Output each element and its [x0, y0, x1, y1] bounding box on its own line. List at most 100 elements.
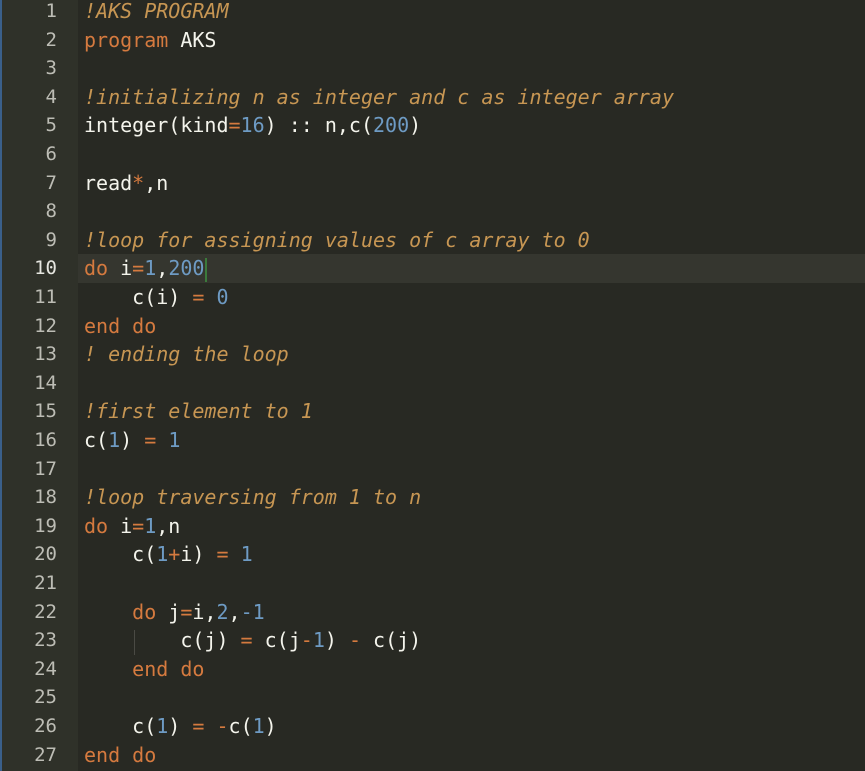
code-token: =	[180, 599, 193, 624]
line-number: 18	[34, 486, 57, 509]
code-token: !first element to 1	[84, 399, 313, 424]
code-token: i)	[180, 542, 217, 567]
code-line[interactable]: !AKS PROGRAM	[84, 0, 229, 26]
code-line[interactable]: !initializing n as integer and c as inte…	[84, 83, 674, 112]
code-token: 1	[312, 628, 325, 653]
code-token: )	[409, 113, 422, 138]
code-token: +	[168, 542, 181, 567]
code-token: 1	[108, 428, 121, 452]
code-token: -	[300, 628, 313, 653]
code-line[interactable]: integer(kind=16) :: n,c(200)	[84, 111, 421, 140]
code-line[interactable]: !loop traversing from 1 to n	[84, 483, 421, 512]
line-number-gutter: 1 2 3 4 5 6 7 8 9 10 11 12 13 14 15 16 17 18 19 20 21 22 23 24 2…	[0, 0, 78, 771]
line-number: 19	[34, 514, 57, 537]
code-line[interactable]: end do	[84, 741, 156, 770]
line-number: 6	[45, 143, 57, 165]
line-number: 26	[34, 715, 57, 737]
code-token: ,n	[144, 170, 169, 195]
indent-guide	[134, 630, 136, 655]
code-token: 1	[144, 513, 157, 538]
code-token: 0	[216, 285, 229, 309]
code-token: c(	[84, 542, 157, 567]
line-number: 12	[34, 314, 57, 337]
line-number: 22	[34, 600, 57, 623]
line-number: 11	[34, 286, 57, 308]
code-token: =	[132, 256, 145, 281]
line-number: 3	[45, 57, 57, 80]
line-number: 14	[34, 371, 57, 394]
code-token: end do	[84, 313, 157, 338]
line-number: 7	[45, 171, 57, 194]
line-number: 9	[45, 228, 57, 251]
code-token: do	[84, 513, 121, 538]
code-token: integer(kind	[84, 113, 229, 138]
code-token: c(	[228, 714, 253, 738]
code-editor[interactable]: 1 2 3 4 5 6 7 8 9 10 11 12 13 14 15 16 17 18 19 20 21 22 23 24 2…	[0, 0, 865, 771]
line-number: 16	[34, 429, 57, 451]
code-token: 16	[240, 113, 265, 138]
code-token: !loop traversing from 1 to n	[84, 485, 422, 510]
code-token: 1	[144, 256, 157, 281]
code-line[interactable]: end do	[84, 655, 204, 684]
code-token: =	[192, 285, 205, 309]
code-line[interactable]: c(1) = -c(1)	[84, 712, 277, 741]
code-line[interactable]: end do	[84, 312, 156, 341]
code-line[interactable]: do i=1,n	[84, 512, 180, 541]
line-number: 21	[34, 572, 57, 594]
code-line[interactable]: !loop for assigning values of c array to…	[84, 226, 590, 255]
line-number: 13	[34, 343, 57, 366]
line-number: 4	[45, 85, 57, 108]
code-token: =	[228, 113, 241, 138]
code-token: do	[84, 599, 169, 624]
code-token: =	[132, 513, 145, 538]
code-token: !AKS PROGRAM	[84, 0, 229, 23]
code-line[interactable]: program AKS	[84, 26, 216, 55]
line-number: 17	[34, 457, 57, 480]
text-caret	[205, 257, 208, 282]
code-token: =	[192, 714, 205, 738]
code-line[interactable]: c(i) = 0	[84, 283, 229, 312]
code-line[interactable]: c(1) = 1	[84, 426, 180, 455]
line-number: 10	[34, 257, 57, 280]
code-token: AKS	[180, 27, 217, 52]
code-token: c(j	[252, 628, 301, 653]
code-line[interactable]: read*,n	[84, 169, 168, 198]
line-number: 15	[34, 400, 57, 423]
code-token: ! ending the loop	[84, 342, 289, 367]
line-number: 8	[45, 200, 57, 223]
code-token: *	[132, 170, 145, 195]
code-token: c(j)	[361, 628, 422, 653]
line-number: 20	[34, 543, 57, 566]
code-line[interactable]: ! ending the loop	[84, 340, 289, 369]
line-number: 2	[45, 28, 57, 51]
code-line[interactable]: !first element to 1	[84, 397, 313, 426]
code-token: )	[120, 428, 145, 452]
code-token: !loop for assigning values of c array to…	[84, 227, 590, 252]
code-token: ,	[156, 256, 169, 281]
code-token: =	[240, 628, 253, 653]
code-token: 1	[156, 714, 169, 738]
code-token: ,	[228, 599, 241, 624]
code-token: 200	[168, 256, 205, 281]
code-token: =	[144, 428, 157, 452]
code-token: i	[120, 256, 133, 281]
code-token: -	[216, 714, 229, 738]
code-text-area[interactable]: !AKS PROGRAM program AKS !initializing n a…	[78, 0, 865, 771]
code-line[interactable]: do j=i,2,-1	[84, 598, 265, 627]
code-token: -	[348, 628, 361, 653]
code-token: do	[84, 256, 121, 281]
code-token: c(j)	[84, 628, 241, 653]
code-token: end do	[84, 742, 157, 767]
code-line[interactable]: do i=1,200	[84, 254, 208, 283]
code-token: )	[168, 714, 193, 738]
code-token: i,	[192, 599, 217, 624]
code-token: c(	[84, 714, 157, 738]
code-line[interactable]: c(1+i) = 1	[84, 540, 252, 569]
line-number: 24	[34, 657, 57, 680]
code-token: ,n	[156, 513, 181, 538]
code-token: 200	[373, 113, 410, 138]
code-token: read	[84, 170, 133, 195]
code-token: end do	[84, 656, 205, 681]
